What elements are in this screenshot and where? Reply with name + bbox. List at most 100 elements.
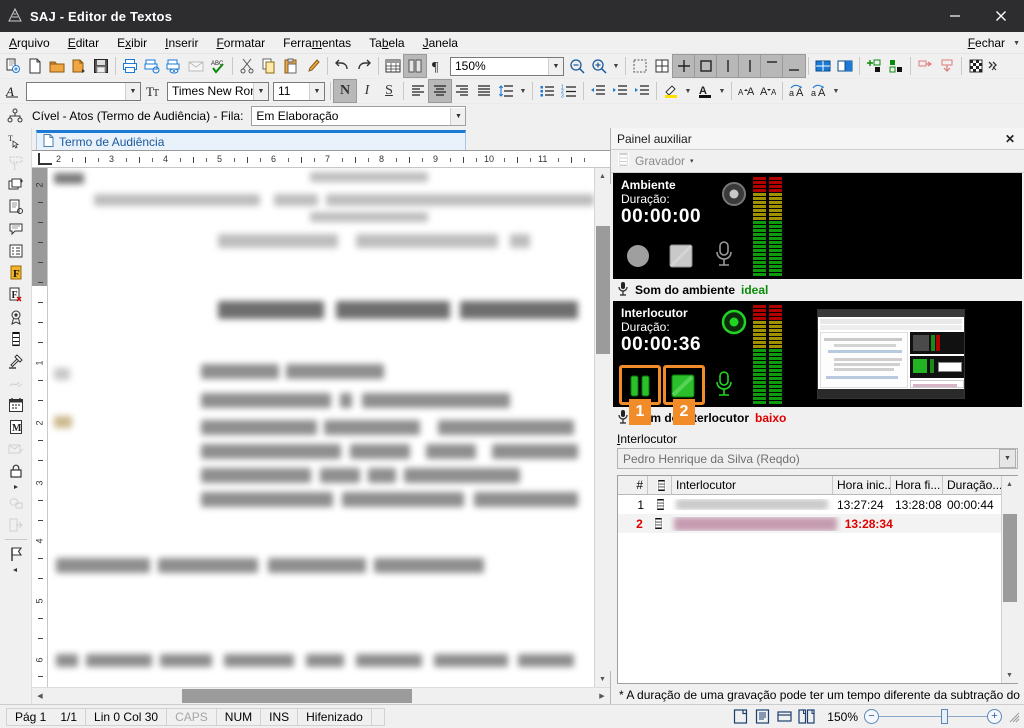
seal-icon[interactable] [3, 306, 29, 328]
hscroll-thumb[interactable] [182, 689, 412, 703]
italic-button[interactable]: I [356, 80, 378, 102]
indent-marker-icon[interactable] [38, 153, 52, 165]
border-all-icon[interactable] [672, 54, 696, 78]
list-view-icon[interactable] [3, 240, 29, 262]
document-tab-termo-de-audiencia[interactable]: Termo de Audiência [36, 130, 466, 150]
redo-icon[interactable] [353, 55, 375, 77]
table-grid-icon[interactable] [651, 55, 673, 77]
lowercase-icon[interactable]: aA [808, 80, 830, 102]
print-icon[interactable] [119, 55, 141, 77]
columns-icon[interactable] [403, 54, 427, 78]
zoom-slider-track[interactable] [879, 709, 987, 724]
chevron-down-icon[interactable]: ▼ [830, 80, 842, 102]
scroll-up-icon[interactable]: ▲ [594, 168, 611, 184]
chevron-down-icon[interactable]: ▼ [253, 82, 268, 100]
movimentacao-m-icon[interactable]: M [3, 416, 29, 438]
chevron-down-icon[interactable]: ▼ [682, 80, 694, 102]
undo-icon[interactable] [331, 55, 353, 77]
grid-scroll-thumb[interactable] [1002, 514, 1017, 602]
document-page[interactable] [48, 168, 594, 687]
bullet-list-icon[interactable] [536, 80, 558, 102]
vscroll-track[interactable] [594, 184, 611, 671]
show-marks-icon[interactable]: ¶ [426, 55, 448, 77]
chevron-down-icon[interactable]: ▼ [999, 449, 1016, 468]
table-row[interactable]: 2 13:28:34 [618, 514, 1001, 533]
scroll-down-icon[interactable]: ▼ [1001, 667, 1018, 683]
align-left-icon[interactable] [407, 80, 429, 102]
lock-icon[interactable] [3, 460, 29, 482]
hscroll-track[interactable] [48, 688, 594, 704]
cut-icon[interactable] [236, 55, 258, 77]
split-cells-icon[interactable] [812, 55, 834, 77]
close-document-button[interactable]: Fechar [964, 34, 1009, 52]
decrease-indent-icon[interactable] [587, 80, 609, 102]
menu-arquivo[interactable]: Arquivo [0, 34, 59, 52]
scroll-down-icon[interactable]: ▼ [594, 671, 611, 687]
insert-field-icon[interactable] [863, 55, 885, 77]
vscroll-thumb[interactable] [595, 226, 610, 354]
queue-combo[interactable]: Em Elaboração ▼ [251, 106, 467, 126]
font-size-combo[interactable]: 11 ▼ [273, 81, 325, 101]
zoom-slider-knob[interactable] [941, 709, 948, 724]
paste-icon[interactable] [280, 55, 302, 77]
uppercase-icon[interactable]: aA [786, 80, 808, 102]
document-properties-icon[interactable] [3, 196, 29, 218]
highlight-color-icon[interactable] [660, 80, 682, 102]
chevron-down-icon[interactable]: ▼ [125, 82, 140, 100]
horizontal-ruler[interactable]: 2 3 4 5 6 7 8 9 10 11 [32, 150, 610, 168]
minimize-button[interactable] [932, 0, 978, 32]
insert-table-icon[interactable] [382, 55, 404, 77]
chevron-down-icon[interactable]: ▼ [517, 80, 529, 102]
close-icon[interactable]: ✕ [1002, 132, 1018, 146]
toolbar-overflow-chevron-icon[interactable]: ▼ [610, 55, 622, 77]
ambiente-stop-button[interactable] [666, 241, 696, 271]
zoom-out-button[interactable]: − [864, 709, 879, 724]
align-center-icon[interactable] [428, 79, 452, 103]
more-chevrons-icon[interactable] [987, 55, 1001, 77]
menu-ferramentas[interactable]: Ferramentas [274, 34, 360, 52]
comment-icon[interactable] [3, 218, 29, 240]
column-header-hora-inicio[interactable]: Hora inic... [833, 476, 891, 494]
align-justify-icon[interactable] [473, 80, 495, 102]
text-select-icon[interactable]: T [3, 130, 29, 152]
chevron-down-icon[interactable]: ▼ [716, 80, 728, 102]
document-canvas[interactable] [48, 168, 594, 687]
scroll-left-icon[interactable]: ◀ [32, 688, 48, 704]
zoom-in-button[interactable]: + [987, 709, 1002, 724]
document-horizontal-scrollbar[interactable]: ◀ ▶ [32, 687, 610, 704]
scroll-right-icon[interactable]: ▶ [594, 688, 610, 704]
close-button[interactable] [978, 0, 1024, 32]
print-view-icon[interactable] [163, 55, 185, 77]
grid-body[interactable]: 1 13:27:24 13:28:08 00:00:44 2 13:28:34 [618, 495, 1001, 683]
print-layout-icon[interactable] [729, 707, 751, 727]
zoom-slider[interactable]: − + [864, 709, 1002, 724]
status-hyphenation[interactable]: Hifenizado [297, 707, 372, 726]
font-family-combo[interactable]: Times New Romar ▼ [167, 81, 269, 101]
calendar-icon[interactable] [3, 394, 29, 416]
paragraph-style-combo[interactable]: ▼ [26, 81, 141, 101]
border-left-icon[interactable] [716, 54, 740, 78]
status-num[interactable]: NUM [215, 707, 262, 726]
increase-indent2-icon[interactable] [631, 80, 653, 102]
column-header-media-icon[interactable] [648, 476, 672, 494]
increase-indent-icon[interactable] [609, 80, 631, 102]
table-row[interactable]: 1 13:27:24 13:28:08 00:00:44 [618, 495, 1001, 514]
interlocutor-select[interactable]: Pedro Henrique da Silva (Reqdo) ▼ [617, 448, 1018, 469]
new-from-model-icon[interactable] [2, 55, 24, 77]
chevron-down-icon[interactable]: ▼ [1013, 40, 1020, 47]
menu-editar[interactable]: Editar [59, 34, 108, 52]
vertical-ruler[interactable]: 2 1 2 3 4 5 6 [32, 168, 48, 687]
reading-layout-icon[interactable] [751, 707, 773, 727]
zoom-combo[interactable]: 150% ▼ [450, 56, 564, 76]
merge-cells-icon[interactable] [834, 55, 856, 77]
increase-font-icon[interactable]: AA [735, 80, 757, 102]
checkerboard-icon[interactable] [965, 55, 987, 77]
print-preview-icon[interactable] [141, 55, 163, 77]
menu-inserir[interactable]: Inserir [156, 34, 207, 52]
border-bottom-icon[interactable] [782, 54, 806, 78]
chevron-down-icon[interactable]: ▼ [450, 107, 466, 125]
select-region-icon[interactable] [629, 55, 651, 77]
status-ins[interactable]: INS [260, 707, 299, 726]
border-right-icon[interactable] [738, 54, 762, 78]
style-icon[interactable]: A [2, 80, 24, 102]
